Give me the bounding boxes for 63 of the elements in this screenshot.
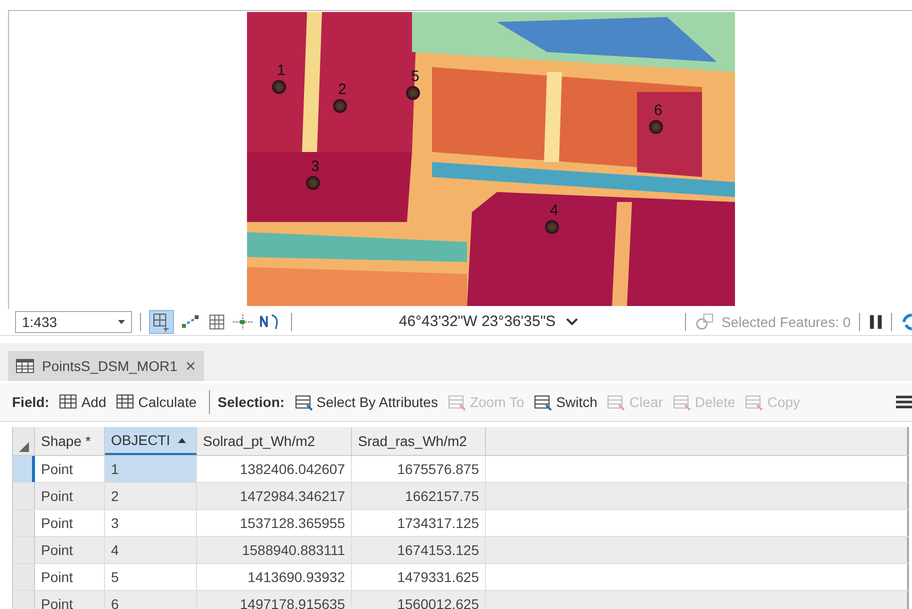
selected-features-count: Selected Features: 0 (721, 314, 851, 330)
table-tab[interactable]: PointsS_DSM_MOR1 × (8, 351, 204, 381)
table-cell: Point (35, 591, 105, 609)
table-icon (59, 394, 78, 410)
table-tool-icon (534, 393, 552, 411)
column-header[interactable]: Srad_ras_Wh/m2 (352, 427, 486, 455)
table-cell: Point (35, 564, 105, 590)
chevron-down-icon[interactable] (566, 318, 578, 326)
table-cell: 1 (105, 456, 197, 482)
dropdown-arrow-icon (118, 320, 125, 324)
refresh-icon[interactable] (900, 312, 912, 332)
sort-ascending-icon (178, 438, 186, 442)
crosshair-icon[interactable] (232, 312, 254, 330)
toolbar-button[interactable]: Add (55, 392, 110, 412)
pause-icon[interactable] (868, 314, 884, 330)
table-cell: 1472984.346217 (197, 483, 352, 509)
table-cell: 1674153.125 (352, 537, 486, 563)
table-tool-icon (448, 393, 466, 411)
table-cell: 1537128.365955 (197, 510, 352, 536)
table-cell: 1382406.042607 (197, 456, 352, 482)
table-tool-icon (294, 393, 313, 411)
table-tool-icon (672, 393, 691, 411)
point-label: 2 (338, 82, 346, 97)
table-cell: 1560012.625 (352, 591, 486, 609)
table-cell: Point (35, 483, 105, 509)
table-cell: 1588940.883111 (197, 537, 352, 563)
menu-icon[interactable] (896, 395, 912, 409)
table-cell: 4 (105, 537, 197, 563)
toolbar-button[interactable]: Select By Attributes (290, 391, 442, 413)
table-cell: 1413690.93932 (197, 564, 352, 590)
table-tool-icon (745, 393, 764, 411)
point-label: 6 (654, 103, 662, 118)
table-cell: 1662157.75 (352, 483, 486, 509)
table-cell: 1497178.915635 (197, 591, 352, 609)
table-cell: 1675576.875 (352, 456, 486, 482)
table-icon (116, 394, 134, 410)
table-icon (16, 359, 34, 373)
column-header[interactable]: Solrad_pt_Wh/m2 (197, 427, 352, 455)
table-cell: 5 (105, 564, 197, 590)
coordinates-readout: 46°43'32"W 23°36'35"S (398, 313, 556, 330)
close-icon[interactable]: × (185, 356, 196, 376)
scale-dropdown[interactable]: 1:433 (15, 310, 132, 332)
table-cell: 3 (105, 510, 197, 536)
toolbar-button[interactable]: Switch (530, 391, 602, 413)
toolbar-button[interactable]: Calculate (112, 392, 201, 412)
point-label: 4 (550, 203, 558, 218)
select-all-corner-icon[interactable] (18, 442, 28, 452)
grid-icon[interactable] (208, 312, 226, 330)
table-cell: 2 (105, 483, 197, 509)
grid-snap-icon[interactable] (148, 310, 174, 334)
table-tool-icon (607, 393, 626, 411)
column-header[interactable]: OBJECTI (105, 427, 197, 455)
point-label: 1 (277, 63, 286, 78)
table-cell: 1479331.625 (352, 564, 486, 590)
table-cell: Point (35, 537, 105, 563)
table-cell: Point (35, 510, 105, 536)
table-cell: 6 (105, 591, 197, 609)
point-label: 3 (311, 159, 320, 174)
table-cell: 1734317.125 (352, 510, 486, 536)
selection-label: Selection: (218, 394, 285, 410)
field-label: Field: (12, 394, 50, 410)
row-header[interactable] (13, 456, 35, 482)
selection-zoom-icon[interactable] (694, 312, 716, 332)
